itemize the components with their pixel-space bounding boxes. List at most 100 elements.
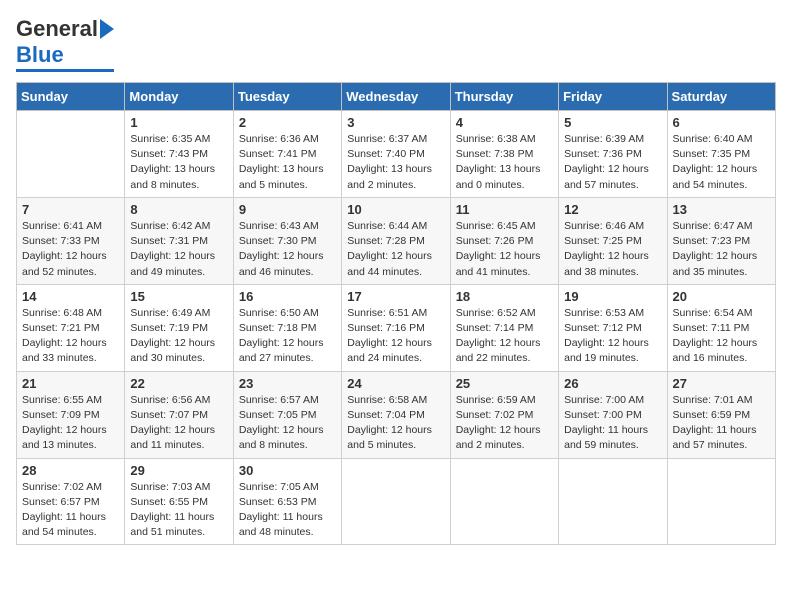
calendar-cell: 25 Sunrise: 6:59 AMSunset: 7:02 PMDayligh… [450, 371, 558, 458]
day-info: Sunrise: 6:42 AMSunset: 7:31 PMDaylight:… [130, 219, 227, 280]
week-row-4: 21 Sunrise: 6:55 AMSunset: 7:09 PMDayligh… [17, 371, 776, 458]
calendar-cell: 15Sunrise: 6:49 AMSunset: 7:19 PMDayligh… [125, 284, 233, 371]
day-info: Sunrise: 6:45 AMSunset: 7:26 PMDaylight:… [456, 219, 553, 280]
day-info: Sunrise: 6:48 AMSunset: 7:21 PMDaylight:… [22, 306, 119, 367]
calendar-cell: 9 Sunrise: 6:43 AMSunset: 7:30 PMDaylight… [233, 197, 341, 284]
calendar-cell: 18 Sunrise: 6:52 AMSunset: 7:14 PMDayligh… [450, 284, 558, 371]
day-number: 25 [456, 376, 553, 391]
day-number: 8 [130, 202, 227, 217]
day-info: Sunrise: 7:02 AMSunset: 6:57 PMDaylight:… [22, 480, 119, 541]
day-number: 9 [239, 202, 336, 217]
day-info: Sunrise: 6:59 AMSunset: 7:02 PMDaylight:… [456, 393, 553, 454]
day-info: Sunrise: 6:40 AMSunset: 7:35 PMDaylight:… [673, 132, 770, 193]
day-number: 14 [22, 289, 119, 304]
calendar-cell: 26 Sunrise: 7:00 AMSunset: 7:00 PMDayligh… [559, 371, 667, 458]
day-number: 1 [130, 115, 227, 130]
day-info: Sunrise: 6:44 AMSunset: 7:28 PMDaylight:… [347, 219, 444, 280]
header-saturday: Saturday [667, 83, 775, 111]
day-number: 5 [564, 115, 661, 130]
calendar-cell: 2 Sunrise: 6:36 AMSunset: 7:41 PMDaylight… [233, 111, 341, 198]
day-number: 20 [673, 289, 770, 304]
day-info: Sunrise: 7:05 AMSunset: 6:53 PMDaylight:… [239, 480, 336, 541]
header-friday: Friday [559, 83, 667, 111]
calendar-cell: 24 Sunrise: 6:58 AMSunset: 7:04 PMDayligh… [342, 371, 450, 458]
day-number: 6 [673, 115, 770, 130]
calendar-cell [667, 458, 775, 545]
page-header: General Blue [16, 16, 776, 72]
day-info: Sunrise: 6:52 AMSunset: 7:14 PMDaylight:… [456, 306, 553, 367]
calendar-cell: 17 Sunrise: 6:51 AMSunset: 7:16 PMDayligh… [342, 284, 450, 371]
day-info: Sunrise: 6:37 AMSunset: 7:40 PMDaylight:… [347, 132, 444, 193]
calendar-cell: 4Sunrise: 6:38 AMSunset: 7:38 PMDaylight… [450, 111, 558, 198]
day-info: Sunrise: 6:53 AMSunset: 7:12 PMDaylight:… [564, 306, 661, 367]
calendar-cell: 10 Sunrise: 6:44 AMSunset: 7:28 PMDayligh… [342, 197, 450, 284]
day-number: 10 [347, 202, 444, 217]
day-number: 30 [239, 463, 336, 478]
header-monday: Monday [125, 83, 233, 111]
calendar-cell: 19Sunrise: 6:53 AMSunset: 7:12 PMDayligh… [559, 284, 667, 371]
day-number: 4 [456, 115, 553, 130]
day-info: Sunrise: 6:54 AMSunset: 7:11 PMDaylight:… [673, 306, 770, 367]
day-info: Sunrise: 6:55 AMSunset: 7:09 PMDaylight:… [22, 393, 119, 454]
calendar-cell: 16 Sunrise: 6:50 AMSunset: 7:18 PMDayligh… [233, 284, 341, 371]
day-info: Sunrise: 6:51 AMSunset: 7:16 PMDaylight:… [347, 306, 444, 367]
calendar-cell [17, 111, 125, 198]
day-number: 11 [456, 202, 553, 217]
calendar-cell: 6 Sunrise: 6:40 AMSunset: 7:35 PMDaylight… [667, 111, 775, 198]
day-info: Sunrise: 6:58 AMSunset: 7:04 PMDaylight:… [347, 393, 444, 454]
calendar-cell: 11 Sunrise: 6:45 AMSunset: 7:26 PMDayligh… [450, 197, 558, 284]
day-info: Sunrise: 6:36 AMSunset: 7:41 PMDaylight:… [239, 132, 336, 193]
logo-blue: Blue [16, 42, 64, 67]
logo-general: General [16, 16, 98, 42]
day-number: 24 [347, 376, 444, 391]
day-number: 7 [22, 202, 119, 217]
day-info: Sunrise: 7:01 AMSunset: 6:59 PMDaylight:… [673, 393, 770, 454]
logo: General Blue [16, 16, 114, 72]
day-info: Sunrise: 7:03 AMSunset: 6:55 PMDaylight:… [130, 480, 227, 541]
calendar-cell: 8 Sunrise: 6:42 AMSunset: 7:31 PMDaylight… [125, 197, 233, 284]
day-number: 26 [564, 376, 661, 391]
calendar-cell: 29 Sunrise: 7:03 AMSunset: 6:55 PMDayligh… [125, 458, 233, 545]
calendar-cell: 5 Sunrise: 6:39 AMSunset: 7:36 PMDaylight… [559, 111, 667, 198]
header-sunday: Sunday [17, 83, 125, 111]
calendar-cell [342, 458, 450, 545]
calendar-cell: 23Sunrise: 6:57 AMSunset: 7:05 PMDayligh… [233, 371, 341, 458]
day-info: Sunrise: 6:47 AMSunset: 7:23 PMDaylight:… [673, 219, 770, 280]
week-row-5: 28 Sunrise: 7:02 AMSunset: 6:57 PMDayligh… [17, 458, 776, 545]
week-row-1: 1Sunrise: 6:35 AMSunset: 7:43 PMDaylight… [17, 111, 776, 198]
day-number: 2 [239, 115, 336, 130]
day-info: Sunrise: 6:56 AMSunset: 7:07 PMDaylight:… [130, 393, 227, 454]
calendar-cell: 28 Sunrise: 7:02 AMSunset: 6:57 PMDayligh… [17, 458, 125, 545]
calendar-cell: 12Sunrise: 6:46 AMSunset: 7:25 PMDayligh… [559, 197, 667, 284]
day-info: Sunrise: 6:50 AMSunset: 7:18 PMDaylight:… [239, 306, 336, 367]
logo-arrow-icon [100, 19, 114, 39]
day-info: Sunrise: 7:00 AMSunset: 7:00 PMDaylight:… [564, 393, 661, 454]
day-info: Sunrise: 6:41 AMSunset: 7:33 PMDaylight:… [22, 219, 119, 280]
day-number: 27 [673, 376, 770, 391]
calendar-cell: 21 Sunrise: 6:55 AMSunset: 7:09 PMDayligh… [17, 371, 125, 458]
day-info: Sunrise: 6:39 AMSunset: 7:36 PMDaylight:… [564, 132, 661, 193]
logo-underline [16, 69, 114, 72]
day-number: 17 [347, 289, 444, 304]
week-row-2: 7 Sunrise: 6:41 AMSunset: 7:33 PMDaylight… [17, 197, 776, 284]
day-number: 22 [130, 376, 227, 391]
calendar-cell: 22 Sunrise: 6:56 AMSunset: 7:07 PMDayligh… [125, 371, 233, 458]
header-thursday: Thursday [450, 83, 558, 111]
calendar-cell: 1Sunrise: 6:35 AMSunset: 7:43 PMDaylight… [125, 111, 233, 198]
day-number: 16 [239, 289, 336, 304]
day-number: 29 [130, 463, 227, 478]
calendar-cell: 3Sunrise: 6:37 AMSunset: 7:40 PMDaylight… [342, 111, 450, 198]
calendar-header-row: SundayMondayTuesdayWednesdayThursdayFrid… [17, 83, 776, 111]
calendar-cell: 13 Sunrise: 6:47 AMSunset: 7:23 PMDayligh… [667, 197, 775, 284]
calendar-cell: 27 Sunrise: 7:01 AMSunset: 6:59 PMDayligh… [667, 371, 775, 458]
header-tuesday: Tuesday [233, 83, 341, 111]
calendar-cell [559, 458, 667, 545]
day-number: 18 [456, 289, 553, 304]
day-info: Sunrise: 6:43 AMSunset: 7:30 PMDaylight:… [239, 219, 336, 280]
calendar-cell: 30 Sunrise: 7:05 AMSunset: 6:53 PMDayligh… [233, 458, 341, 545]
day-number: 21 [22, 376, 119, 391]
day-info: Sunrise: 6:57 AMSunset: 7:05 PMDaylight:… [239, 393, 336, 454]
calendar-cell: 20 Sunrise: 6:54 AMSunset: 7:11 PMDayligh… [667, 284, 775, 371]
day-number: 28 [22, 463, 119, 478]
day-number: 13 [673, 202, 770, 217]
